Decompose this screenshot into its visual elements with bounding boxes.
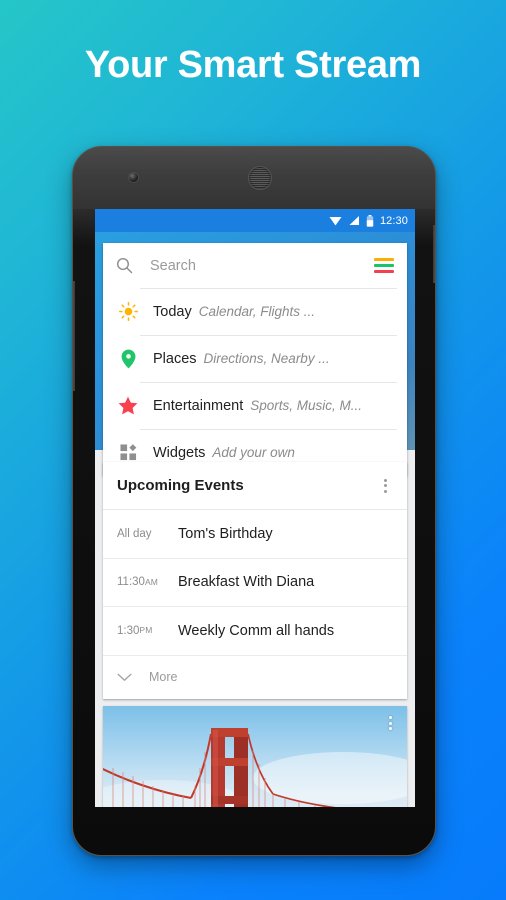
wifi-icon [329,217,342,226]
hamburger-menu-icon[interactable] [374,258,394,273]
battery-icon [366,214,374,227]
more-vertical-icon[interactable] [377,478,393,493]
event-time: All day [117,527,152,540]
star-icon [116,396,140,415]
show-more-label: More [149,670,178,684]
shortcut-row-today[interactable]: Today Calendar, Flights ... [103,288,407,335]
card-header: Upcoming Events [103,462,407,510]
power-button[interactable] [433,225,435,283]
search-card: Search Today Calendar, Flights ... Place… [103,243,407,476]
front-camera-icon [129,173,138,182]
event-time: 1:30PM [117,624,153,637]
status-bar-clock: 12:30 [379,214,408,227]
widgets-icon [116,444,140,461]
map-pin-icon [116,349,140,369]
shortcut-title: Places [153,350,197,367]
event-time: 11:30AM [117,576,159,589]
card-title: Upcoming Events [117,477,244,494]
upcoming-events-card: Upcoming Events All day Tom's Birthday 1… [103,462,407,699]
golden-gate-bridge-photo [103,706,407,807]
show-more-row[interactable]: More [103,656,407,699]
photo-card[interactable] [103,706,407,807]
earpiece-speaker-icon [249,167,271,189]
status-bar: 12:30 [95,209,415,232]
shortcut-row-places[interactable]: Places Directions, Nearby ... [103,335,407,382]
search-bar[interactable]: Search [103,243,407,288]
volume-rocker-button[interactable] [73,281,75,391]
shortcut-row-entertainment[interactable]: Entertainment Sports, Music, M... [103,382,407,429]
search-input[interactable]: Search [150,258,374,274]
page-title: Your Smart Stream [84,44,422,86]
phone-screen: 12:30 Search Today Calendar, Flights ...… [95,209,415,807]
shortcut-title: Today [153,303,192,320]
chevron-down-icon [117,673,132,681]
event-row[interactable]: 1:30PM Weekly Comm all hands [103,607,407,656]
shortcut-subtitle: Add your own [212,444,295,460]
more-vertical-icon[interactable] [382,716,398,730]
event-row[interactable]: All day Tom's Birthday [103,510,407,559]
phone-top-bezel [73,147,435,209]
shortcut-title: Entertainment [153,397,244,414]
shortcut-title: Widgets [153,444,206,461]
search-icon [116,257,133,274]
event-name: Weekly Comm all hands [178,622,335,639]
signal-icon [349,216,359,225]
event-row[interactable]: 11:30AM Breakfast With Diana [103,559,407,607]
event-name: Breakfast With Diana [178,574,315,591]
shortcut-subtitle: Sports, Music, M... [250,397,363,413]
phone-device: 12:30 Search Today Calendar, Flights ...… [72,146,436,856]
shortcut-subtitle: Directions, Nearby ... [203,350,330,366]
shortcut-subtitle: Calendar, Flights ... [198,303,316,319]
bridge-illustration [103,728,407,807]
event-name: Tom's Birthday [178,525,273,542]
sun-icon [116,302,140,321]
